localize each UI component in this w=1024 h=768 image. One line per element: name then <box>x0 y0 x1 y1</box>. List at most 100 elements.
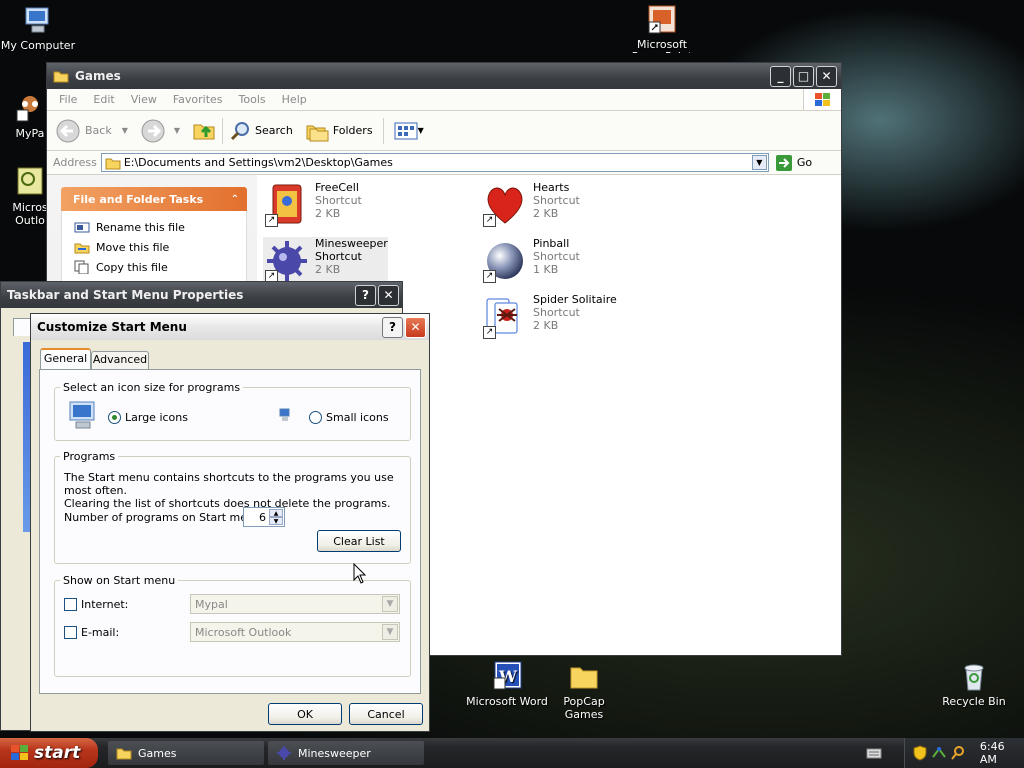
program-count-spinner[interactable]: 6 ▲ ▼ <box>243 507 285 527</box>
close-button[interactable]: ✕ <box>378 284 399 306</box>
hearts-icon: ↗ <box>481 181 529 229</box>
cancel-button[interactable]: Cancel <box>349 703 423 725</box>
file-name: FreeCell <box>315 181 359 194</box>
internet-select[interactable]: Mypal ▼ <box>190 594 400 614</box>
desktop-icon-my-computer[interactable]: My Computer <box>0 4 78 52</box>
tasks-panel-header[interactable]: File and Folder Tasks ⌃ <box>61 187 247 211</box>
up-folder-button[interactable] <box>192 117 216 144</box>
small-icons-radio[interactable]: Small icons <box>309 411 389 424</box>
maximize-button[interactable]: □ <box>793 65 814 87</box>
desktop-icon-label: PopCap Games <box>563 695 605 721</box>
file-item[interactable]: ↗ FreeCell Shortcut 2 KB <box>263 181 362 229</box>
search-icon <box>230 121 250 140</box>
back-button[interactable]: Back ▼ <box>55 118 128 144</box>
shortcut-arrow-icon: ↗ <box>265 214 278 227</box>
group-title: Programs <box>60 450 119 463</box>
forward-button[interactable]: ▼ <box>140 118 180 144</box>
file-item-selected[interactable]: ↗ Minesweeper Shortcut 2 KB <box>263 237 388 285</box>
desktop-icon-label: My Computer <box>0 39 76 52</box>
go-button[interactable]: Go <box>775 154 812 172</box>
outlook-icon <box>14 166 46 198</box>
explorer-titlebar[interactable]: Games _ □ ✕ <box>47 63 841 89</box>
menu-file[interactable]: File <box>51 93 85 106</box>
desktop-icon-popcap[interactable]: PopCap Games <box>544 660 624 721</box>
taskbar: start Games Minesweeper 6:46 AM <box>0 738 1024 768</box>
mypal-icon <box>14 92 46 124</box>
menu-help[interactable]: Help <box>274 93 315 106</box>
address-dropdown-button[interactable]: ▼ <box>751 155 767 170</box>
search-icon[interactable] <box>950 745 966 761</box>
rename-icon <box>74 222 90 233</box>
clock[interactable]: 6:46 AM <box>980 740 1024 766</box>
file-size: 2 KB <box>315 207 341 220</box>
move-icon <box>74 243 90 254</box>
radio-button[interactable] <box>309 411 322 424</box>
email-checkbox[interactable] <box>64 626 77 639</box>
security-shield-icon[interactable] <box>913 745 927 761</box>
close-button[interactable]: ✕ <box>816 65 837 87</box>
taskbar-button-games[interactable]: Games <box>108 741 264 765</box>
file-type: Shortcut <box>533 194 580 207</box>
programs-description: The Start menu contains shortcuts to the… <box>64 471 394 510</box>
desktop-icon-powerpoint[interactable]: Microsoft PowerPoint <box>622 4 702 53</box>
powerpoint-icon <box>646 4 678 36</box>
menu-edit[interactable]: Edit <box>85 93 122 106</box>
internet-checkbox-row[interactable]: Internet: <box>64 598 128 611</box>
customize-titlebar[interactable]: Customize Start Menu ? ✕ <box>31 314 429 340</box>
large-icons-radio[interactable]: Large icons <box>108 411 188 424</box>
tab-general[interactable]: General <box>40 348 91 369</box>
spinner-down-button[interactable]: ▼ <box>269 517 283 525</box>
task-copy[interactable]: Copy this file <box>74 257 246 277</box>
internet-checkbox[interactable] <box>64 598 77 611</box>
customize-start-menu-dialog: Customize Start Menu ? ✕ General Advance… <box>30 313 430 732</box>
start-button[interactable]: start <box>0 738 98 768</box>
help-button[interactable]: ? <box>355 284 376 306</box>
address-input[interactable]: E:\Documents and Settings\vm2\Desktop\Ga… <box>100 153 769 172</box>
address-label: Address <box>53 156 97 169</box>
file-item[interactable]: ↗ Hearts Shortcut 2 KB <box>481 181 580 229</box>
keyboard-icon[interactable] <box>866 746 882 760</box>
spinner-up-button[interactable]: ▲ <box>269 509 283 517</box>
clear-list-button[interactable]: Clear List <box>317 530 401 552</box>
desktop-icon-word[interactable]: W Microsoft Word <box>466 660 548 708</box>
views-button[interactable]: ▼ <box>394 121 424 141</box>
file-item[interactable]: ↗ Spider Solitaire Shortcut 2 KB <box>481 293 617 341</box>
close-button[interactable]: ✕ <box>405 316 426 338</box>
minimize-button[interactable]: _ <box>770 65 791 87</box>
radio-button[interactable] <box>108 411 121 424</box>
up-folder-icon <box>193 124 215 140</box>
email-checkbox-row[interactable]: E-mail: <box>64 626 119 639</box>
help-button[interactable]: ? <box>382 316 403 338</box>
tab-panel-general: Select an icon size for programs Large i… <box>39 369 421 694</box>
window-title: Games <box>75 69 121 83</box>
task-move[interactable]: Move this file <box>74 237 246 257</box>
file-name: Minesweeper <box>315 237 388 250</box>
group-title: Select an icon size for programs <box>60 381 244 394</box>
back-arrow-icon <box>56 119 80 142</box>
go-arrow-icon <box>775 154 792 171</box>
taskbar-properties-titlebar[interactable]: Taskbar and Start Menu Properties ? ✕ <box>1 282 402 308</box>
menu-tools[interactable]: Tools <box>231 93 274 106</box>
ok-button[interactable]: OK <box>268 703 342 725</box>
menu-favorites[interactable]: Favorites <box>165 93 231 106</box>
folders-button[interactable]: Folders <box>305 120 373 142</box>
task-rename[interactable]: Rename this file <box>74 217 246 237</box>
network-icon[interactable] <box>931 745 947 761</box>
recycle-bin-icon <box>958 660 990 692</box>
search-button[interactable]: Search <box>229 120 293 142</box>
chevron-down-icon: ▼ <box>382 624 398 640</box>
file-type: Shortcut <box>533 250 580 263</box>
collapse-icon[interactable]: ⌃ <box>231 194 239 205</box>
word-icon: W <box>491 660 523 692</box>
desktop-icon-recycle-bin[interactable]: Recycle Bin <box>934 660 1014 708</box>
chevron-down-icon: ▼ <box>417 126 424 135</box>
taskbar-button-minesweeper[interactable]: Minesweeper <box>268 741 424 765</box>
tab-advanced[interactable]: Advanced <box>91 351 149 369</box>
freecell-icon: ↗ <box>263 181 311 229</box>
file-size: 2 KB <box>533 319 559 332</box>
email-select[interactable]: Microsoft Outlook ▼ <box>190 622 400 642</box>
menu-bar: File Edit View Favorites Tools Help <box>47 89 841 111</box>
menu-view[interactable]: View <box>123 93 165 106</box>
file-size: 2 KB <box>315 263 341 276</box>
file-item[interactable]: ↗ Pinball Shortcut 1 KB <box>481 237 580 285</box>
